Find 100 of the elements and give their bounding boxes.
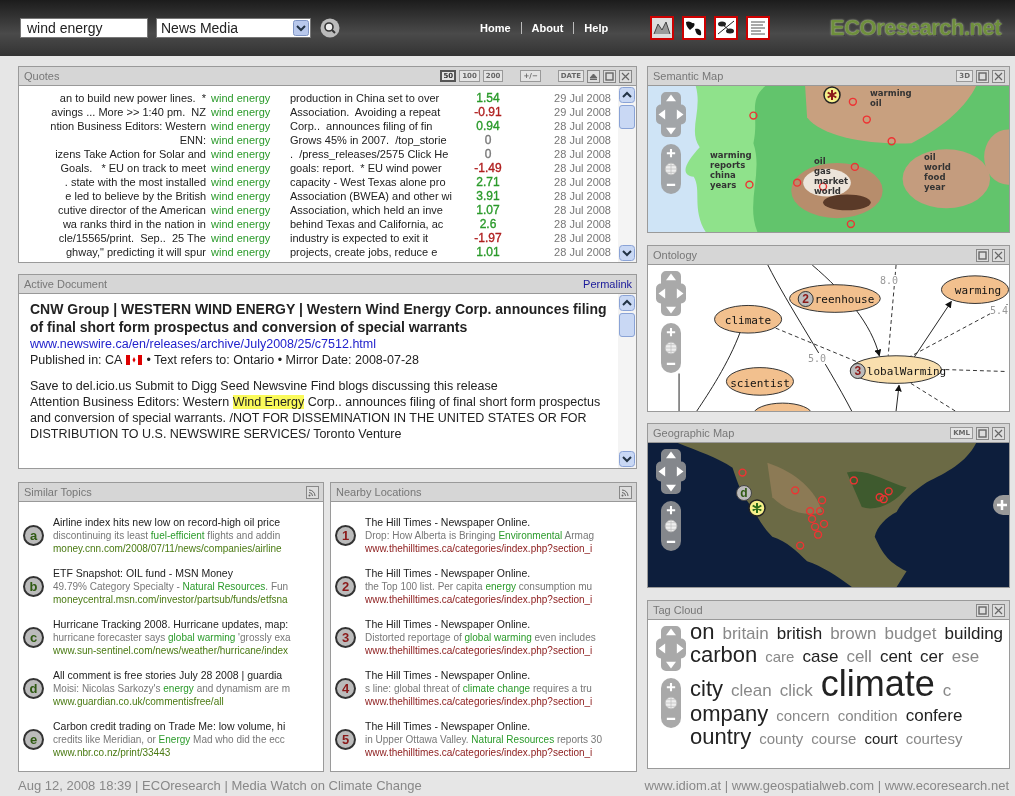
document-thumbnail-icon[interactable] xyxy=(746,16,771,40)
result-marker[interactable]: 2 xyxy=(335,576,356,597)
tag-link[interactable]: british xyxy=(776,625,823,643)
scroll-down-icon[interactable] xyxy=(619,451,635,467)
quote-keyword[interactable]: wind energy xyxy=(211,133,285,147)
tag-link[interactable]: cent xyxy=(879,648,913,666)
node-ellipse[interactable] xyxy=(714,304,783,334)
quote-keyword[interactable]: wind energy xyxy=(211,119,285,133)
tag-link[interactable]: c xyxy=(942,682,952,701)
close-icon[interactable] xyxy=(992,248,1005,262)
ontology-node-label[interactable]: 3 lobalWarming xyxy=(849,363,947,379)
result-title[interactable]: The Hill Times - Newspaper Online. xyxy=(365,618,596,631)
ontology-node-label[interactable]: 2 reenhouse xyxy=(797,291,875,307)
tag-link[interactable]: ompany xyxy=(690,702,769,726)
result-marker[interactable]: 4 xyxy=(335,678,356,699)
tag-link[interactable]: brown xyxy=(830,625,877,643)
result-url[interactable]: www.thehilltimes.ca/categories/index.php?section_i xyxy=(365,593,593,606)
quote-keyword[interactable]: wind energy xyxy=(211,189,285,203)
close-icon[interactable] xyxy=(992,426,1005,440)
tag-link[interactable]: click xyxy=(779,682,813,701)
tag-link[interactable]: case xyxy=(802,648,839,666)
node-ellipse[interactable] xyxy=(940,275,1009,304)
tag-link[interactable]: care xyxy=(765,649,795,665)
maximize-icon[interactable] xyxy=(976,248,989,262)
tag-link[interactable]: concern xyxy=(776,708,830,724)
scroll-thumb[interactable] xyxy=(619,313,635,337)
maximize-icon[interactable] xyxy=(976,69,989,83)
result-url[interactable]: www.thehilltimes.ca/categories/index.php?section_i xyxy=(365,542,594,555)
result-title[interactable]: Carbon credit trading on Trade Me: low volume, hi xyxy=(53,720,286,733)
ontology-node-label[interactable]: climate xyxy=(724,313,772,327)
close-icon[interactable] xyxy=(619,69,632,83)
result-marker[interactable]: 1 xyxy=(335,525,356,546)
map-label[interactable]: warming reports china years xyxy=(710,150,752,190)
result-marker[interactable]: 5 xyxy=(335,729,356,750)
quote-keyword[interactable]: wind energy xyxy=(211,91,285,105)
network-thumbnail-icon[interactable] xyxy=(714,16,739,40)
star-marker-icon[interactable] xyxy=(823,86,841,104)
star-marker-icon[interactable] xyxy=(748,499,766,517)
result-url[interactable]: www.thehilltimes.ca/categories/index.php?section_i xyxy=(365,695,593,708)
tag-link[interactable]: budget xyxy=(884,625,937,643)
result-url[interactable]: www.sun-sentinel.com/news/weather/hurricane/index xyxy=(53,644,291,657)
ontology-node-label[interactable]: scientist xyxy=(730,376,790,390)
tag-link[interactable]: course xyxy=(811,731,857,748)
tag-link[interactable]: britain xyxy=(722,625,769,643)
zoom-control-icon[interactable] xyxy=(661,501,681,551)
result-marker[interactable]: e xyxy=(23,729,44,750)
nav-link[interactable]: Help xyxy=(573,22,619,34)
result-title[interactable]: The Hill Times - Newspaper Online. xyxy=(365,567,593,580)
tag-link[interactable]: building xyxy=(944,625,1004,643)
quote-keyword[interactable]: wind energy xyxy=(211,203,285,217)
world-map-thumbnail-icon[interactable] xyxy=(682,16,707,40)
tag-link[interactable]: cell xyxy=(846,648,872,666)
result-url[interactable]: www.nbr.co.nz/print/33443 xyxy=(53,746,286,759)
result-title[interactable]: All comment is free stories July 28 2008 | guardia xyxy=(53,669,290,682)
result-marker[interactable]: 3 xyxy=(335,627,356,648)
tag-link[interactable]: confere xyxy=(905,707,963,726)
search-field[interactable]: wind energy xyxy=(20,18,148,38)
quote-keyword[interactable]: wind energy xyxy=(211,105,285,119)
scroll-thumb[interactable] xyxy=(619,105,635,129)
source-dropdown[interactable]: News Media xyxy=(156,18,311,38)
collapse-icon[interactable] xyxy=(587,69,600,83)
node-ellipse[interactable] xyxy=(725,367,794,396)
result-url[interactable]: www.guardian.co.uk/commentisfree/all xyxy=(53,695,290,708)
maximize-icon[interactable] xyxy=(976,426,989,440)
result-title[interactable]: Airline index hits new low on record-high oil price xyxy=(53,516,282,529)
close-icon[interactable] xyxy=(992,603,1005,617)
quote-keyword[interactable]: wind energy xyxy=(211,217,285,231)
scroll-up-icon[interactable] xyxy=(619,295,635,311)
map-label[interactable]: oil gas market world xyxy=(814,156,849,196)
result-marker[interactable]: b xyxy=(23,576,44,597)
result-title[interactable]: The Hill Times - Newspaper Online. xyxy=(365,516,594,529)
map-label[interactable]: warming oil xyxy=(870,88,912,108)
maximize-icon[interactable] xyxy=(976,603,989,617)
tag-link[interactable]: condition xyxy=(837,708,898,724)
tag-link[interactable]: carbon xyxy=(690,643,758,667)
tag-link[interactable]: ese xyxy=(951,648,980,666)
expand-icon[interactable] xyxy=(993,495,1009,515)
permalink-link[interactable]: Permalink xyxy=(583,278,632,290)
scroll-up-icon[interactable] xyxy=(619,87,635,103)
result-title[interactable]: The Hill Times - Newspaper Online. xyxy=(365,720,602,733)
tag-link[interactable]: clean xyxy=(731,682,772,701)
node-ellipse[interactable] xyxy=(789,284,881,313)
quote-keyword[interactable]: wind energy xyxy=(211,147,285,161)
ontology-node-label[interactable]: warming xyxy=(954,283,1002,297)
tag-link[interactable]: cer xyxy=(920,648,944,666)
tag-link[interactable]: city xyxy=(690,677,723,701)
result-title[interactable]: ETF Snapshot: OIL fund - MSN Money xyxy=(53,567,289,580)
quote-keyword[interactable]: wind energy xyxy=(211,231,285,245)
tag-link[interactable]: ountry xyxy=(690,725,752,749)
tag-link[interactable]: court xyxy=(864,731,898,748)
result-url[interactable]: www.thehilltimes.ca/categories/index.php?section_i xyxy=(365,746,602,759)
result-marker[interactable]: a xyxy=(23,525,44,546)
result-marker[interactable]: c xyxy=(23,627,44,648)
rss-icon[interactable] xyxy=(619,485,632,499)
tag-link[interactable]: county xyxy=(759,731,804,748)
quote-keyword[interactable]: wind energy xyxy=(211,245,285,259)
nav-link[interactable]: Home xyxy=(470,22,521,34)
result-url[interactable]: moneycentral.msn.com/investor/partsub/funds/etfsna xyxy=(53,593,289,606)
quote-keyword[interactable]: wind energy xyxy=(211,161,285,175)
result-title[interactable]: Hurricane Tracking 2008. Hurricane updates, map: xyxy=(53,618,291,631)
